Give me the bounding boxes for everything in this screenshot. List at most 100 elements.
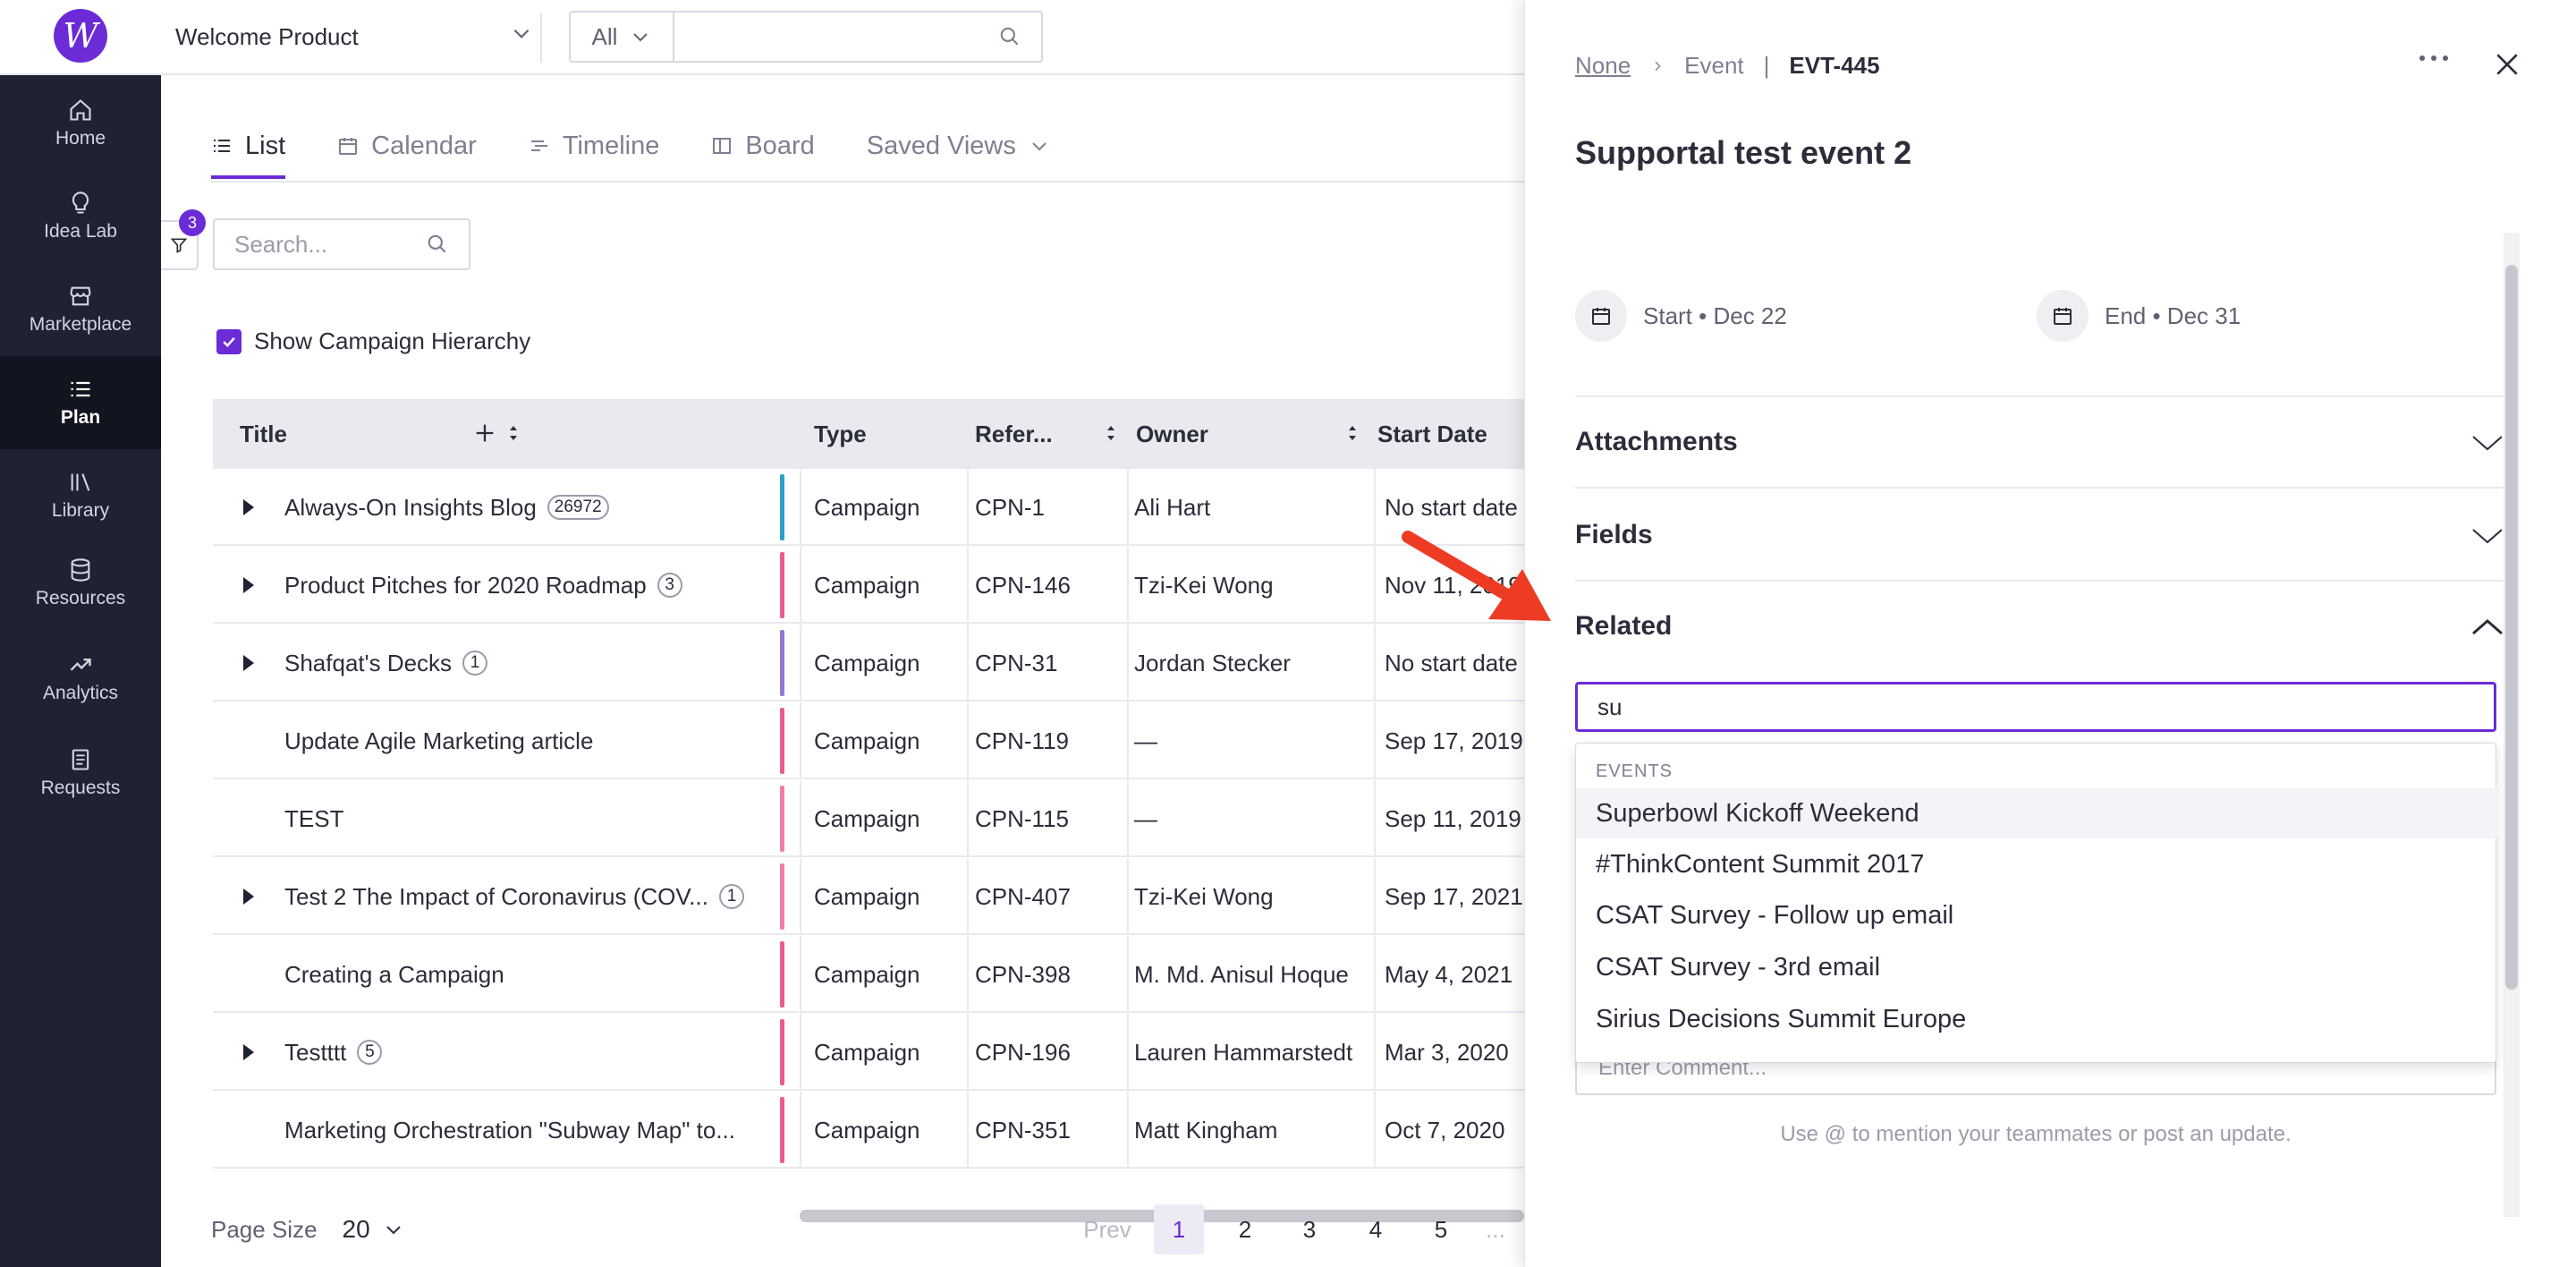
tab-timeline[interactable]: Timeline	[529, 122, 659, 170]
tab-saved-views[interactable]: Saved Views	[867, 122, 1050, 170]
related-section-header[interactable]: Related	[1575, 599, 2504, 653]
row-reference[interactable]: CPN-31	[975, 625, 1127, 702]
row-title[interactable]: Always-On Insights Blog 26972	[284, 469, 776, 546]
list-search-placeholder: Search...	[234, 230, 328, 258]
page-1-button[interactable]: 1	[1154, 1204, 1204, 1254]
row-reference[interactable]: CPN-119	[975, 702, 1127, 779]
expand-caret-icon[interactable]	[243, 577, 254, 593]
row-reference[interactable]: CPN-115	[975, 780, 1127, 857]
end-date[interactable]: End • Dec 31	[2037, 290, 2241, 342]
page-5-button[interactable]: 5	[1416, 1204, 1466, 1254]
suggestion-item[interactable]: Superbowl Kickoff Weekend	[1576, 788, 2497, 838]
child-count-badge: 26972	[547, 495, 609, 520]
sidebar: Home Idea Lab Marketplace Plan Library R…	[0, 75, 161, 1267]
row-title[interactable]: Test 2 The Impact of Coronavirus (COV...…	[284, 858, 776, 935]
expand-caret-icon[interactable]	[243, 889, 254, 905]
sidebar-item-marketplace[interactable]: Marketplace	[0, 263, 161, 356]
page-size-label: Page Size	[211, 1215, 318, 1243]
table-row[interactable]: Marketing Orchestration "Subway Map" to.…	[213, 1092, 1524, 1169]
expand-caret-icon[interactable]	[243, 655, 254, 671]
sidebar-item-analytics[interactable]: Analytics	[0, 632, 161, 725]
sort-icon[interactable]	[1102, 421, 1120, 446]
dot	[2431, 55, 2436, 61]
status-color-bar	[780, 630, 784, 696]
suggestion-item[interactable]: #ThinkContent Summit 2017	[1576, 839, 2497, 889]
suggestion-item[interactable]: Sirius Decisions Summit Europe	[1576, 994, 2497, 1044]
end-date-label: End • Dec 31	[2105, 302, 2241, 329]
row-reference[interactable]: CPN-146	[975, 547, 1127, 624]
row-title[interactable]: Testttt 5	[284, 1014, 776, 1091]
table-row[interactable]: Product Pitches for 2020 Roadmap 3 Campaig…	[213, 547, 1524, 624]
child-count-badge: 1	[462, 651, 488, 676]
divider	[211, 181, 1524, 183]
row-reference[interactable]: CPN-407	[975, 858, 1127, 935]
sidebar-item-home[interactable]: Home	[0, 77, 161, 170]
table-row[interactable]: Shafqat's Decks 1 Campaign CPN-31 Jordan Ste…	[213, 625, 1524, 702]
row-title[interactable]: Shafqat's Decks 1	[284, 625, 776, 702]
tab-list[interactable]: List	[211, 122, 286, 179]
column-header-owner[interactable]: Owner	[1136, 399, 1377, 469]
sidebar-item-resources[interactable]: Resources	[0, 537, 161, 630]
panel-scrollbar-thumb[interactable]	[2505, 265, 2518, 990]
sidebar-item-requests[interactable]: Requests	[0, 727, 161, 820]
timeline-icon	[530, 140, 547, 151]
search-icon	[428, 234, 446, 253]
related-search-input[interactable]: su	[1575, 682, 2496, 732]
column-header-reference[interactable]: Refer...	[975, 399, 1136, 469]
row-reference[interactable]: CPN-398	[975, 936, 1127, 1013]
row-title[interactable]: TEST	[284, 780, 776, 857]
fields-section-header[interactable]: Fields	[1575, 508, 2504, 562]
table-row[interactable]: Update Agile Marketing article Campaign CP…	[213, 702, 1524, 779]
search-icon[interactable]	[998, 25, 1021, 48]
row-reference[interactable]: CPN-351	[975, 1092, 1127, 1169]
tab-calendar[interactable]: Calendar	[337, 122, 477, 170]
row-reference[interactable]: CPN-196	[975, 1014, 1127, 1091]
expand-caret-icon[interactable]	[243, 499, 254, 515]
page-4-button[interactable]: 4	[1351, 1204, 1401, 1254]
breadcrumb-type: Event	[1684, 52, 1744, 79]
column-header-type[interactable]: Type	[814, 399, 989, 469]
table-row[interactable]: Test 2 The Impact of Coronavirus (COV...…	[213, 858, 1524, 935]
page-2-button[interactable]: 2	[1220, 1204, 1270, 1254]
campaign-hierarchy-toggle[interactable]: Show Campaign Hierarchy	[216, 327, 530, 355]
breadcrumb-parent-link[interactable]: None	[1575, 52, 1631, 80]
product-selector[interactable]: Welcome Product	[175, 18, 533, 55]
list-search-input[interactable]: Search...	[213, 218, 470, 270]
column-header-title[interactable]: Title	[240, 399, 538, 469]
divider	[1374, 936, 1376, 1013]
row-title[interactable]: Update Agile Marketing article	[284, 702, 776, 779]
hierarchy-checkbox[interactable]	[216, 328, 242, 354]
table-row[interactable]: Testttt 5 Campaign CPN-196 Lauren Hammarsted…	[213, 1014, 1524, 1091]
sort-icon[interactable]	[504, 421, 522, 446]
table-row[interactable]: Always-On Insights Blog 26972 Campaign CPN-…	[213, 469, 1524, 546]
row-title-text: Marketing Orchestration "Subway Map" to.…	[284, 1116, 736, 1144]
table-row[interactable]: TEST Campaign CPN-115— Sep 11, 2019	[213, 780, 1524, 857]
prev-page-button[interactable]: Prev	[1072, 1204, 1143, 1254]
sidebar-item-plan[interactable]: Plan	[0, 356, 161, 449]
suggestion-item[interactable]: CSAT Survey - 3rd email	[1576, 942, 2497, 992]
page-3-button[interactable]: 3	[1284, 1204, 1335, 1254]
column-header-start-date[interactable]: Start Date	[1377, 399, 1524, 469]
expand-caret-icon[interactable]	[243, 1044, 254, 1060]
row-title[interactable]: Creating a Campaign	[284, 936, 776, 1013]
app-logo[interactable]: W	[54, 9, 107, 63]
sidebar-item-library[interactable]: Library	[0, 449, 161, 542]
global-search-input[interactable]	[674, 13, 1041, 61]
row-title[interactable]: Marketing Orchestration "Subway Map" to.…	[284, 1092, 776, 1169]
page-size-dropdown[interactable]: 20	[343, 1215, 404, 1244]
suggestion-item[interactable]: CSAT Survey - Follow up email	[1576, 890, 2497, 940]
sort-icon[interactable]	[1343, 421, 1361, 446]
table-row[interactable]: Creating a Campaign Campaign CPN-398 M. Md.…	[213, 936, 1524, 1013]
more-options-button[interactable]	[2419, 55, 2448, 61]
attachments-section-header[interactable]: Attachments	[1575, 415, 2504, 469]
home-icon	[70, 99, 91, 121]
add-icon[interactable]	[472, 421, 497, 446]
sidebar-item-idea-lab[interactable]: Idea Lab	[0, 170, 161, 263]
row-title[interactable]: Product Pitches for 2020 Roadmap 3	[284, 547, 776, 624]
divider	[800, 469, 801, 546]
close-icon[interactable]	[2493, 50, 2521, 79]
search-scope-dropdown[interactable]: All	[571, 13, 674, 61]
row-reference[interactable]: CPN-1	[975, 469, 1127, 546]
start-date[interactable]: Start • Dec 22	[1575, 290, 1787, 342]
tab-board[interactable]: Board	[711, 122, 815, 170]
